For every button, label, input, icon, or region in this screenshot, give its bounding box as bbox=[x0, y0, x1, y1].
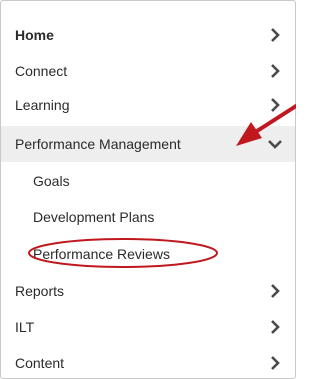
menu-item-content[interactable]: Content bbox=[1, 346, 295, 378]
menu-item-label: Performance Management bbox=[15, 136, 181, 152]
menu-item-label: Reports bbox=[15, 283, 65, 299]
submenu-item-label: Development Plans bbox=[33, 209, 155, 225]
chevron-right-icon[interactable] bbox=[267, 63, 283, 79]
menu-item-label: Home bbox=[15, 27, 54, 43]
submenu-item-performance-reviews[interactable]: Performance Reviews bbox=[1, 237, 295, 271]
menu-item-label: ILT bbox=[15, 319, 35, 335]
chevron-down-icon[interactable] bbox=[267, 136, 283, 152]
chevron-right-icon[interactable] bbox=[267, 319, 283, 335]
chevron-right-icon[interactable] bbox=[267, 283, 283, 299]
menu-item-connect[interactable]: Connect bbox=[1, 54, 295, 88]
submenu-item-label: Goals bbox=[33, 173, 70, 189]
submenu-item-label: Performance Reviews bbox=[33, 246, 170, 262]
menu-item-label: Content bbox=[15, 355, 65, 371]
menu-item-reports[interactable]: Reports bbox=[1, 274, 295, 308]
chevron-right-icon[interactable] bbox=[267, 355, 283, 371]
chevron-right-icon[interactable] bbox=[267, 97, 283, 113]
navigation-menu: Home Connect Learning Performance Manage… bbox=[0, 0, 296, 379]
submenu-item-development-plans[interactable]: Development Plans bbox=[1, 200, 295, 234]
menu-item-ilt[interactable]: ILT bbox=[1, 310, 295, 344]
submenu-item-goals[interactable]: Goals bbox=[1, 164, 295, 198]
menu-item-label: Connect bbox=[15, 63, 68, 79]
menu-item-performance-management[interactable]: Performance Management bbox=[1, 126, 295, 162]
menu-item-label: Learning bbox=[15, 97, 70, 113]
chevron-right-icon[interactable] bbox=[267, 27, 283, 43]
menu-item-learning[interactable]: Learning bbox=[1, 88, 295, 122]
menu-item-home[interactable]: Home bbox=[1, 18, 295, 52]
